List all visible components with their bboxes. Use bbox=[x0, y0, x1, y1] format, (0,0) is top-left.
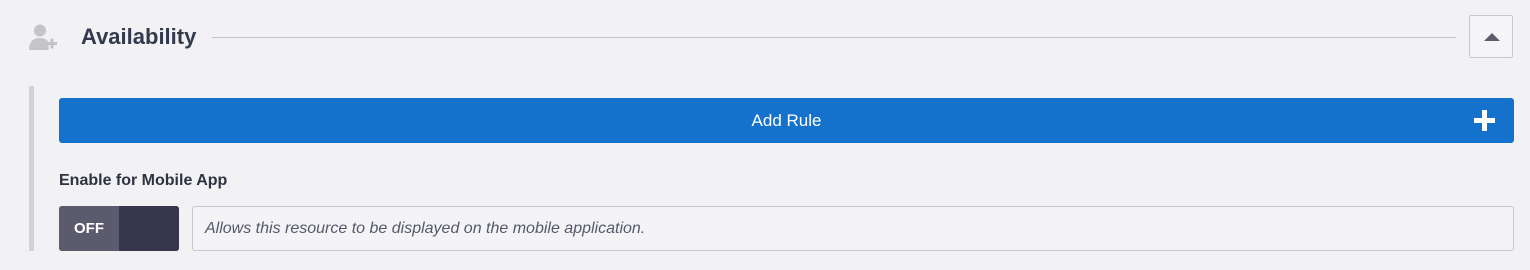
mobile-app-description: Allows this resource to be displayed on … bbox=[192, 206, 1514, 251]
toggle-knob bbox=[119, 206, 179, 251]
description-text: Allows this resource to be displayed on … bbox=[205, 220, 646, 237]
plus-icon bbox=[1474, 110, 1495, 131]
caret-up-icon bbox=[1484, 33, 1500, 41]
add-rule-button[interactable]: Add Rule bbox=[59, 98, 1514, 143]
section-indent-bar bbox=[29, 86, 34, 251]
collapse-section-button[interactable] bbox=[1469, 15, 1513, 58]
add-rule-label: Add Rule bbox=[751, 111, 822, 130]
user-plus-icon bbox=[29, 24, 57, 50]
mobile-app-toggle[interactable]: OFF bbox=[59, 206, 179, 251]
section-title: Availability bbox=[81, 24, 197, 49]
availability-panel: Availability Add Rule Enable for Mobile … bbox=[0, 0, 1530, 270]
section-header: Availability bbox=[0, 0, 1530, 75]
enable-mobile-app-label: Enable for Mobile App bbox=[59, 172, 228, 189]
toggle-state-label: OFF bbox=[74, 220, 104, 237]
header-divider bbox=[212, 37, 1456, 38]
toggle-off-segment: OFF bbox=[59, 206, 119, 251]
